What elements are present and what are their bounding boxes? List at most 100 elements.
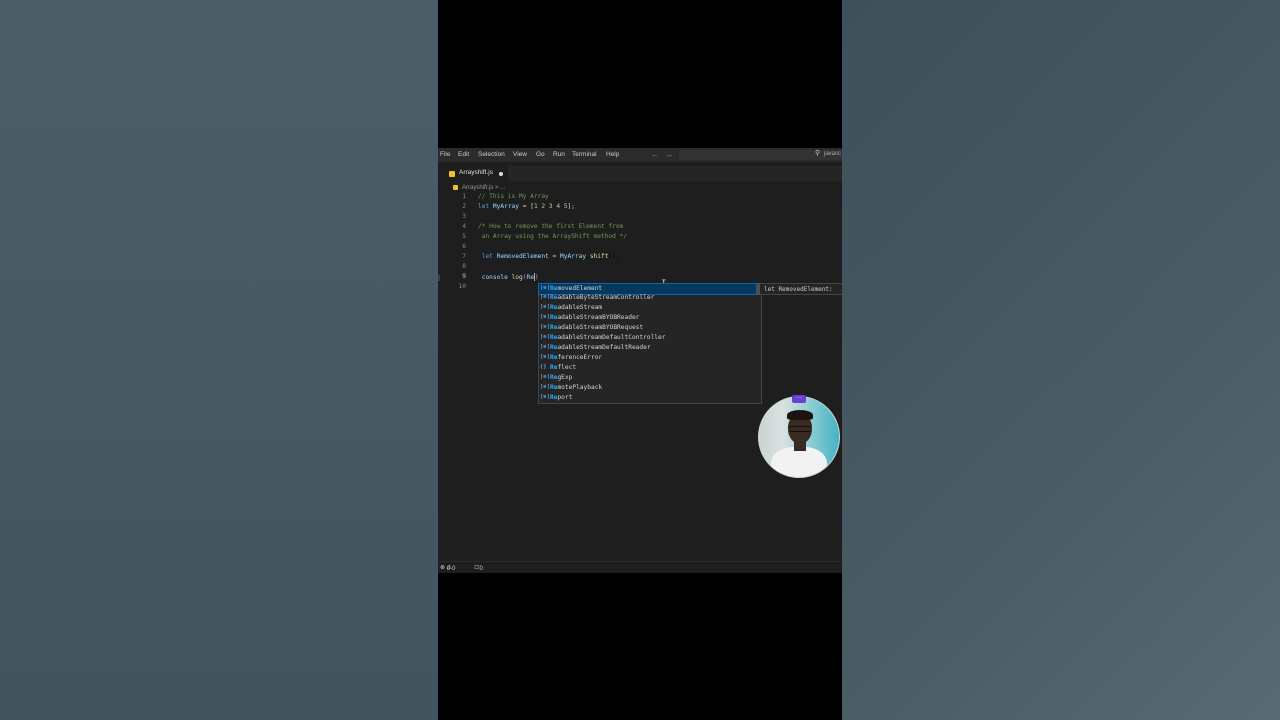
menu-view[interactable]: View	[513, 151, 527, 158]
code-line: 9 console.log(Re)	[438, 273, 842, 283]
suggestion-rest: motePlayback	[557, 384, 603, 391]
back-arrow-icon[interactable]: ←	[651, 150, 659, 159]
variable-icon: [⊕]	[540, 334, 550, 340]
code-text: console.log(Re)	[481, 273, 539, 281]
suggestion-rest: gExp	[557, 374, 573, 381]
person-shirt	[771, 447, 827, 477]
code-line: 1 // This is My Array	[438, 193, 842, 203]
variable-icon: [⊕]	[540, 324, 550, 330]
code-text: let RemovedElement = MyArray.shift();	[481, 253, 620, 260]
suggestion-label: ReadableStreamBYOBReader	[550, 314, 639, 321]
suggestion-rest: adableStreamBYOBRequest	[557, 324, 644, 331]
variable-icon: [⊕]	[540, 344, 550, 350]
code-text: // This is My Array	[478, 193, 549, 200]
suggestion-rest: adableByteStreamController	[557, 294, 655, 301]
code-line: 6	[438, 243, 842, 253]
code-text: let MyArray = [1,2,3,4,5];	[478, 203, 576, 210]
code-line: 7 let RemovedElement = MyArray.shift();	[438, 253, 842, 263]
menu-go[interactable]: Go	[536, 151, 545, 158]
variable-icon: [⊕]	[540, 314, 550, 320]
code-line: 2 let MyArray = [1,2,3,4,5];	[438, 203, 842, 213]
command-center-text: javasc	[824, 151, 842, 157]
menu-terminal[interactable]: Terminal	[572, 151, 597, 158]
forward-arrow-icon[interactable]: →	[665, 150, 673, 159]
suggestion-label: ReadableStreamDefaultReader	[550, 344, 651, 351]
code-line: 5 an Array using the ArrayShift method *…	[438, 233, 842, 243]
line-number-active: 9	[462, 273, 466, 280]
suggestion-label: ReadableStreamBYOBRequest	[550, 324, 643, 331]
more-options-icon[interactable]: ···	[792, 395, 806, 403]
suggestion-label: ReadableStream	[550, 304, 602, 311]
suggestion-rest: adableStream	[557, 304, 603, 311]
suggestion-rest: adableStreamDefaultController	[557, 334, 666, 341]
menu-selection[interactable]: Selection	[478, 151, 505, 158]
code-text: /* How to remove the first Element from	[478, 223, 624, 230]
suggestion-item[interactable]: [⊕] ReadableStreamDefaultController	[539, 333, 759, 343]
search-icon: ⚲	[815, 150, 821, 157]
suggestion-rest: movedElement	[557, 285, 603, 292]
suggestion-item[interactable]: [⊕] ReadableStream	[539, 303, 759, 313]
menu-file[interactable]: File	[440, 151, 450, 158]
suggestion-item[interactable]: [⊕] RemotePlayback	[539, 383, 759, 393]
suggestion-label: ReadableStreamDefaultController	[550, 334, 665, 341]
namespace-icon: {}	[540, 364, 547, 370]
suggestion-label: Reflect	[550, 364, 576, 371]
video-frame: File Edit Selection View Go Run Terminal…	[438, 0, 842, 720]
menu-edit[interactable]: Edit	[458, 151, 469, 158]
suggestion-detail: let RemovedElement:	[760, 283, 842, 295]
js-file-icon	[453, 185, 458, 190]
warning-count: 0	[452, 566, 456, 572]
suggestion-item[interactable]: [⊕] ReferenceError	[539, 353, 759, 363]
suggestion-item[interactable]: [⊕] ReadableByteStreamController	[539, 293, 759, 303]
person-glasses	[789, 426, 811, 432]
suggestion-rest: adableStreamBYOBReader	[557, 314, 640, 321]
line-number: 7	[462, 253, 466, 260]
code-text: an Array using the ArrayShift method */	[478, 233, 628, 240]
error-count: 0	[446, 566, 451, 572]
suggestion-item[interactable]: [⊕] ReadableStreamBYOBRequest	[539, 323, 759, 333]
menu-bar: File Edit Selection View Go Run Terminal…	[438, 148, 842, 162]
background-left	[0, 0, 438, 720]
suggestion-rest: adableStreamDefaultReader	[557, 344, 651, 351]
suggestion-item[interactable]: [⊕] ReadableStreamDefaultReader	[539, 343, 759, 353]
variable-icon: [⊕]	[540, 285, 550, 291]
menu-run[interactable]: Run	[553, 151, 565, 158]
variable-icon: [⊕]	[540, 374, 550, 380]
code-line: 8	[438, 263, 842, 273]
suggestion-label: RegExp	[550, 374, 572, 381]
suggestion-item[interactable]: [⊕] RegExp	[539, 373, 759, 383]
suggestion-item[interactable]: [⊕] Report	[539, 393, 759, 403]
code-line: 4 /* How to remove the first Element fro…	[438, 223, 842, 233]
suggestion-label: ReferenceError	[550, 354, 602, 361]
tab-arrayshift[interactable]: Arrayshift.js	[438, 166, 508, 182]
suggestion-label: RemovedElement	[550, 285, 602, 292]
suggestion-item[interactable]: [⊕] ReadableStreamBYOBReader	[539, 313, 759, 323]
line-number: 3	[462, 213, 466, 220]
ports-count: 0	[479, 566, 483, 572]
line-number: 10	[458, 283, 466, 290]
autocomplete-dropdown[interactable]: [⊕] RemovedElement [⊕] ReadableByteStreamCo…	[538, 283, 762, 404]
person-hair	[787, 410, 813, 420]
problems-indicator[interactable]: ⊗ 0 ⚠ 0	[440, 564, 456, 572]
variable-icon: [⊕]	[540, 294, 550, 300]
unsaved-dot-icon[interactable]	[499, 172, 503, 176]
variable-icon: [⊕]	[540, 384, 550, 390]
line-number: 6	[462, 243, 466, 250]
js-file-icon	[449, 171, 455, 177]
suggestion-label: ReadableByteStreamController	[550, 294, 654, 301]
code-line: 3	[438, 213, 842, 223]
suggestion-rest: ferenceError	[557, 354, 603, 361]
webcam-overlay	[758, 396, 840, 478]
menu-help[interactable]: Help	[606, 151, 619, 158]
code-editor-window: File Edit Selection View Go Run Terminal…	[438, 148, 842, 573]
suggestion-label: Report	[550, 394, 572, 401]
suggestion-item[interactable]: {} Reflect	[539, 363, 759, 373]
line-number: 2	[462, 203, 466, 210]
background-right	[842, 0, 1280, 720]
variable-icon: [⊕]	[540, 394, 550, 400]
breadcrumb-path[interactable]: Arrayshift.js > ...	[462, 185, 505, 191]
suggestion-rest: port	[557, 394, 573, 401]
suggestion-label: RemotePlayback	[550, 384, 602, 391]
ports-indicator[interactable]: ⛫ 0	[474, 564, 483, 572]
variable-icon: [⊕]	[540, 304, 550, 310]
